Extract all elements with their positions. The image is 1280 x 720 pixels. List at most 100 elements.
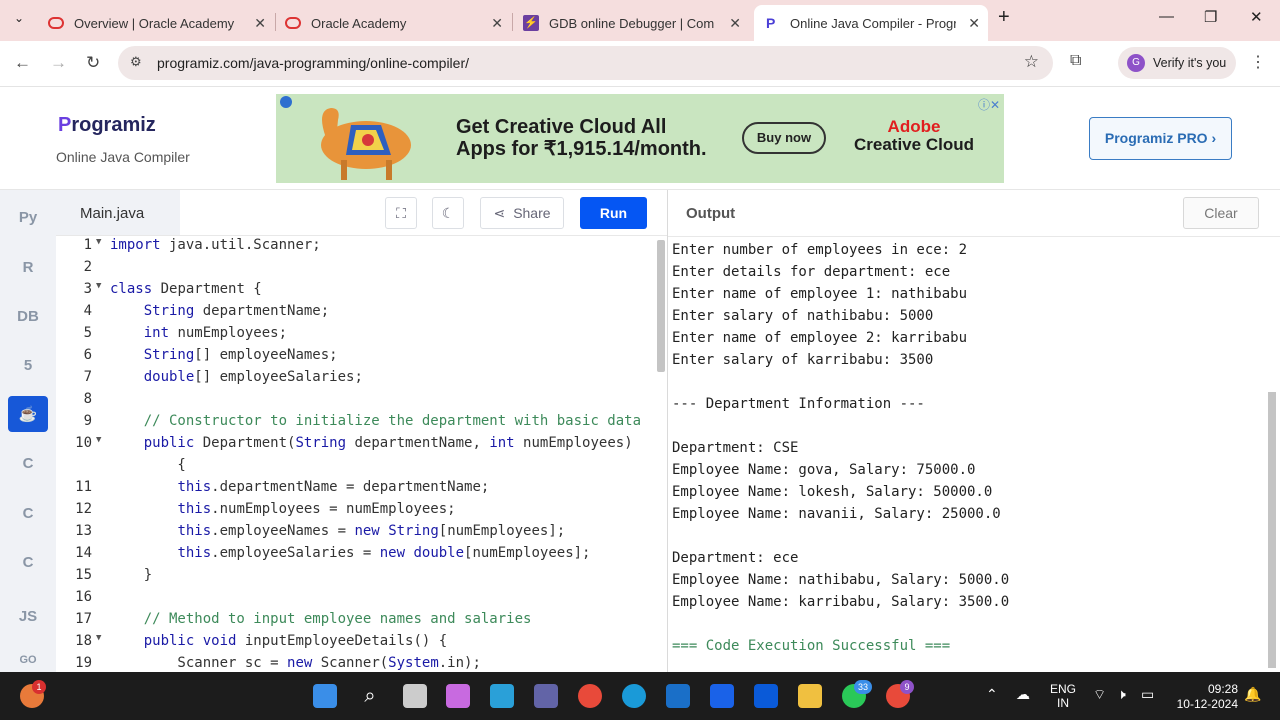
code-line[interactable]: 9 // Constructor to initialize the depar… (56, 413, 656, 435)
fullscreen-icon[interactable]: ⛶ (385, 197, 417, 229)
browser-menu-icon[interactable]: ⋮ (1250, 52, 1266, 72)
code-line[interactable]: 17 // Method to input employee names and… (56, 611, 656, 633)
minimize-icon[interactable]: — (1159, 8, 1174, 25)
dark-mode-icon[interactable]: ☾ (432, 197, 464, 229)
desktop-icon[interactable] (490, 684, 514, 708)
run-button[interactable]: Run (580, 197, 647, 229)
task-view-icon[interactable] (403, 684, 427, 708)
c-icon[interactable]: C (8, 445, 48, 481)
output-console[interactable]: Enter number of employees in ece: 2 Enter… (672, 242, 1262, 667)
code-line[interactable]: 5 int numEmployees; (56, 325, 656, 347)
code-line[interactable]: 12 this.numEmployees = numEmployees; (56, 501, 656, 523)
ad-buy-now-button[interactable]: Buy now (742, 122, 826, 154)
close-icon[interactable]: ✕ (968, 15, 980, 32)
tray-chevron-icon[interactable]: ⌃ (986, 686, 998, 703)
fold-toggle-icon[interactable]: ▼ (96, 435, 101, 445)
code-line[interactable]: 8 (56, 391, 656, 413)
csharp-icon[interactable]: C (8, 544, 48, 580)
share-button[interactable]: ⋖ Share (480, 197, 564, 229)
programiz-logo[interactable]: Programiz (58, 114, 156, 137)
dropbox-icon[interactable] (710, 684, 734, 708)
close-icon[interactable]: ✕ (254, 15, 266, 32)
code-line[interactable]: 7 double[] employeeSalaries; (56, 369, 656, 391)
back-icon[interactable]: ← (14, 53, 31, 73)
language-indicator[interactable]: ENG IN (1050, 682, 1076, 710)
code-line[interactable]: { (56, 457, 656, 479)
notification-bell-icon[interactable]: 🔔 (1244, 686, 1261, 703)
code-line[interactable]: 2 (56, 259, 656, 281)
code-line[interactable]: 10 ▼ public Department(String departmentN… (56, 435, 656, 457)
reload-icon[interactable]: ↻ (86, 53, 100, 73)
r-icon[interactable]: R (8, 249, 48, 285)
tab-search-chevron-icon[interactable]: ⌄ (14, 11, 24, 25)
volume-icon[interactable]: 🕨 (1117, 686, 1126, 703)
url-omnibox[interactable]: ⚙ programiz.com/java-programming/online-… (118, 46, 1053, 80)
advertisement-banner[interactable]: Get Creative Cloud All Apps for ₹1,915.1… (276, 94, 1004, 183)
output-line: Enter number of employees in ece: 2 (672, 242, 968, 258)
wifi-icon[interactable]: ⌔ (1093, 686, 1106, 704)
code-line[interactable]: 6 String[] employeeNames; (56, 347, 656, 369)
code-line[interactable]: 3 ▼ class Department { (56, 281, 656, 303)
java-icon[interactable]: ☕ (8, 396, 48, 432)
clear-button[interactable]: Clear (1183, 197, 1259, 229)
extensions-icon[interactable]: ⧉ (1070, 52, 1081, 70)
new-tab-icon[interactable]: + (998, 6, 1010, 29)
battery-icon[interactable]: ▭ (1141, 686, 1154, 703)
line-number: 8 (83, 391, 92, 407)
bookmark-star-icon[interactable]: ☆ (1024, 52, 1039, 72)
fold-toggle-icon[interactable]: ▼ (96, 633, 101, 643)
code-line[interactable]: 15 } (56, 567, 656, 589)
programiz-pro-button[interactable]: Programiz PRO › (1089, 117, 1232, 160)
line-number: 16 (75, 589, 92, 605)
ad-info-icon[interactable] (280, 96, 292, 108)
tab-programiz[interactable]: P Online Java Compiler - Program ✕ (754, 5, 988, 41)
code-line[interactable]: 11 this.departmentName = departmentName; (56, 479, 656, 501)
verify-profile-button[interactable]: G Verify it's you (1118, 47, 1236, 79)
edge-icon[interactable] (622, 684, 646, 708)
code-line[interactable]: 4 String departmentName; (56, 303, 656, 325)
tab-oracle-overview[interactable]: Overview | Oracle Academy ✕ (40, 5, 274, 41)
cpp-icon[interactable]: C (8, 495, 48, 531)
fold-toggle-icon[interactable]: ▼ (96, 237, 101, 247)
html5-icon[interactable]: 5 (8, 347, 48, 383)
copilot-icon[interactable] (446, 684, 470, 708)
camel-illustration (321, 108, 411, 180)
js-icon[interactable]: JS (8, 598, 48, 634)
file-tab-main-java[interactable]: Main.java (56, 190, 180, 235)
chrome-icon[interactable] (578, 684, 602, 708)
output-line: Enter details for department: ece (672, 264, 951, 280)
teams-icon[interactable] (534, 684, 558, 708)
windows-start-icon[interactable] (313, 684, 337, 708)
python-icon[interactable]: Py (8, 199, 48, 235)
url-text[interactable]: programiz.com/java-programming/online-co… (157, 55, 469, 71)
search-icon[interactable]: ⌕ (358, 684, 382, 708)
restore-icon[interactable]: ❐ (1204, 8, 1217, 26)
code-area[interactable]: 1 ▼ import java.util.Scanner; 2 3 ▼ class Depa… (56, 237, 656, 672)
database-icon[interactable]: DB (8, 298, 48, 334)
fold-toggle-icon[interactable]: ▼ (96, 281, 101, 291)
site-settings-icon[interactable]: ⚙ (130, 54, 142, 70)
code-text: // Constructor to initialize the departm… (143, 413, 642, 429)
code-line[interactable]: 19 Scanner sc = new Scanner(System.in); (56, 655, 656, 672)
tab-oracle-academy[interactable]: Oracle Academy ✕ (277, 5, 511, 41)
hp-icon[interactable] (754, 684, 778, 708)
output-scrollbar[interactable] (1268, 392, 1276, 668)
code-line[interactable]: 18 ▼ public void inputEmployeeDetails() { (56, 633, 656, 655)
code-line[interactable]: 1 ▼ import java.util.Scanner; (56, 237, 656, 259)
ad-close-icon[interactable]: ⓘ✕ (978, 96, 1000, 113)
file-explorer-icon[interactable] (798, 684, 822, 708)
editor-scrollbar[interactable] (657, 240, 665, 372)
clock[interactable]: 09:28 10-12-2024 (1172, 682, 1238, 712)
close-window-icon[interactable]: ✕ (1250, 8, 1263, 26)
code-line[interactable]: 13 this.employeeNames = new String[numEm… (56, 523, 656, 545)
outlook-icon[interactable] (666, 684, 690, 708)
output-title: Output (686, 205, 736, 222)
cloud-icon[interactable]: ☁ (1016, 686, 1030, 703)
output-line: Employee Name: lokesh, Salary: 50000.0 (672, 484, 993, 500)
tab-gdb[interactable]: ⚡ GDB online Debugger | Compile ✕ (515, 5, 749, 41)
close-icon[interactable]: ✕ (491, 15, 503, 32)
forward-icon[interactable]: → (50, 53, 67, 73)
code-line[interactable]: 16 (56, 589, 656, 611)
close-icon[interactable]: ✕ (729, 15, 741, 32)
code-line[interactable]: 14 this.employeeSalaries = new double[nu… (56, 545, 656, 567)
